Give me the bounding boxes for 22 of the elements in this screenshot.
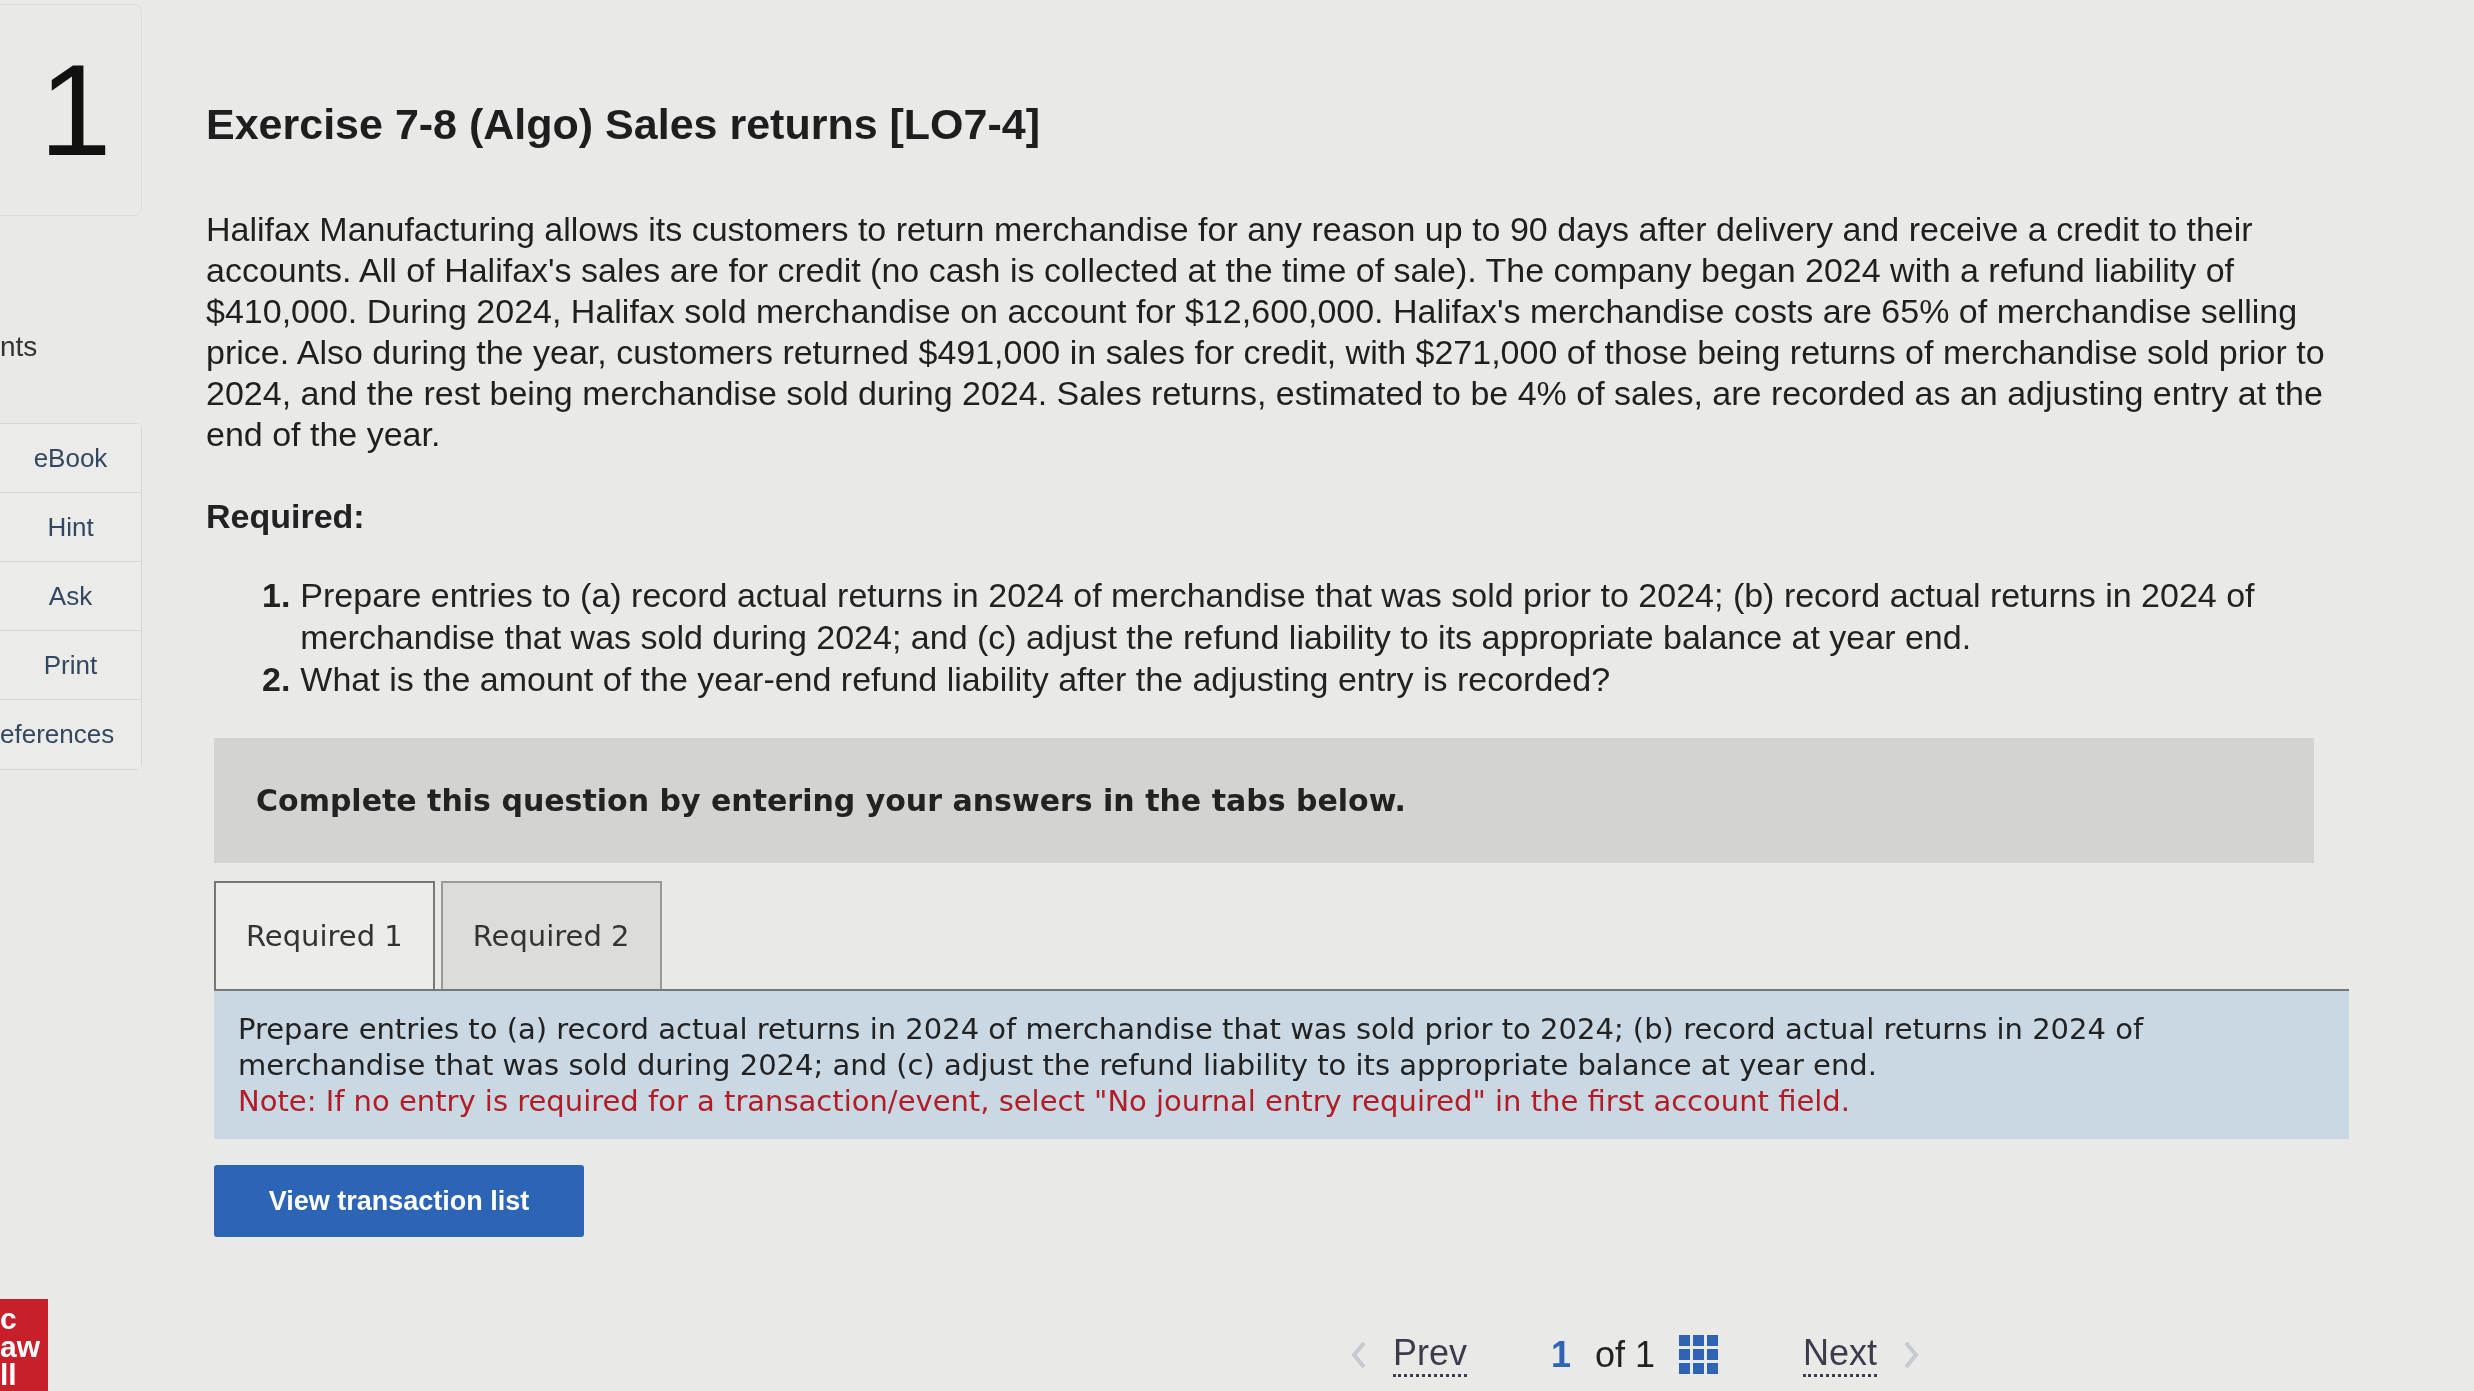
question-number: 1 xyxy=(0,4,142,216)
requirement-number: 1. xyxy=(262,575,291,616)
tab[interactable]: Required 1 xyxy=(214,881,435,989)
instruction-text: Prepare entries to (a) record actual returns in 2024 of merchandise that was sold prior to 2024; (b) record actual returns in 2024 of merchandise that was sold during 2024; and (c) adjust the refund liability to its appropriate balance at year end. xyxy=(238,1011,2145,1083)
page-count: of 1 xyxy=(1595,1333,1656,1376)
points-label: nts xyxy=(0,331,38,363)
required-heading: Required: xyxy=(206,497,366,536)
problem-text: Halifax Manufacturing allows its customers to return merchandise for any reason up to 90 days after delivery and receive a credit to their accounts. All of Halifax's sales are for credit (no cash is collected at the time of sale). The company began 2024 with a refund liability of $410,000. During 2024, Halifax sold merchandise on account for $12,600,000. Halifax's merchandise costs are 65% of merchandise selling price. Also during the year, customers returned $491,000 in sales for credit, with $271,000 of those being returns of merchandise sold prior to 2024, and the rest being merchandise sold during 2024. Sales returns, estimated to be 4% of sales, are recorded as an adjusting entry at the end of the year. xyxy=(206,209,2326,455)
requirement-number: 2. xyxy=(262,659,291,700)
next-link[interactable]: Next xyxy=(1803,1332,1878,1377)
publisher-logo: c aw ll xyxy=(0,1299,48,1391)
note-text: Note: If no entry is required for a transaction/event, select "No journal entry required" in the first account field. xyxy=(238,1083,1851,1119)
banner-text: Complete this question by entering your answers in the tabs below. xyxy=(256,783,1406,818)
view-transaction-list-button[interactable]: View transaction list xyxy=(214,1165,584,1237)
tool-button[interactable]: eBook xyxy=(0,424,141,493)
grid-icon[interactable] xyxy=(1679,1334,1720,1375)
requirement-text: Prepare entries to (a) record actual returns in 2024 of merchandise that was sold prior to 2024; (b) record actual returns in 2024 of merchandise that was sold during 2024; and (c) adjust the refund liability to its appropriate balance at year end. xyxy=(300,575,2256,658)
current-page: 1 xyxy=(1550,1333,1571,1376)
requirement-text: What is the amount of the year-end refund liability after the adjusting entry is recorded? xyxy=(300,659,1611,700)
prev-link[interactable]: Prev xyxy=(1392,1332,1467,1377)
tab[interactable]: Required 2 xyxy=(440,881,662,989)
exercise-title: Exercise 7-8 (Algo) Sales returns [LO7-4] xyxy=(206,100,1041,149)
